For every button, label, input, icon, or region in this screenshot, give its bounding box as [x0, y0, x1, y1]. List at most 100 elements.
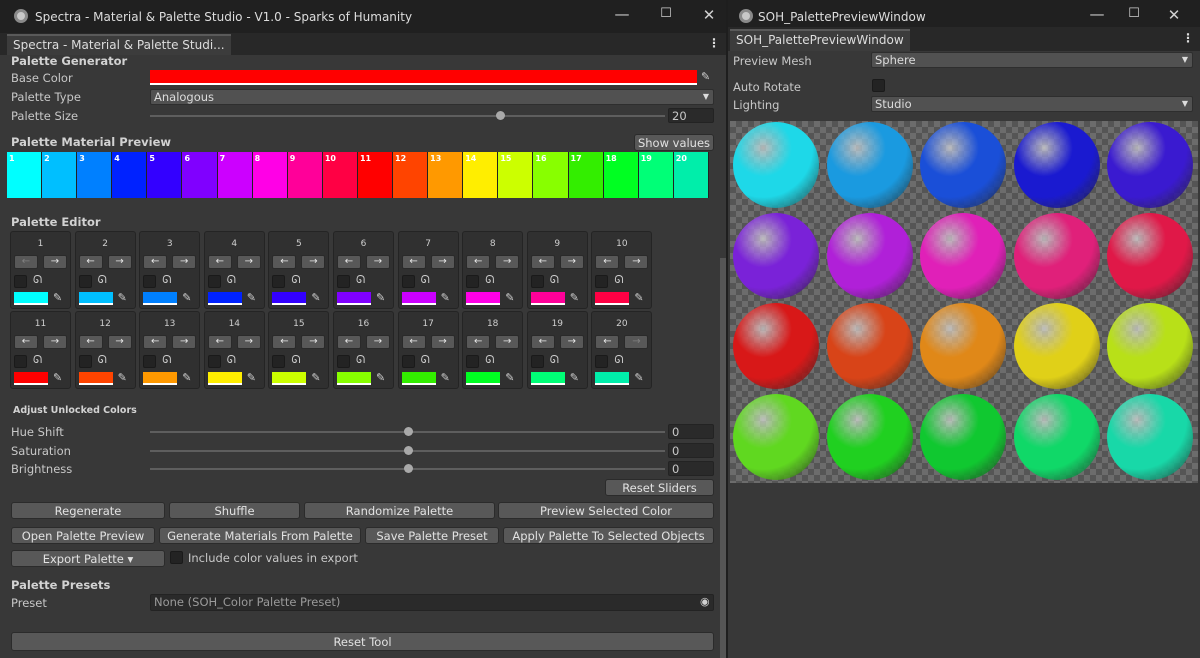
color-field[interactable]: [401, 372, 436, 385]
move-left-button[interactable]: ←: [401, 255, 426, 269]
lock-icon[interactable]: ᘏ: [33, 353, 42, 367]
color-field[interactable]: [14, 372, 48, 385]
move-left-button[interactable]: ←: [14, 335, 38, 349]
color-field[interactable]: [595, 372, 630, 385]
lock-icon[interactable]: ᘏ: [98, 353, 107, 367]
eyedropper-icon[interactable]: ✎: [311, 371, 320, 384]
eyedropper-icon[interactable]: ✎: [53, 291, 62, 304]
maximize-icon[interactable]: ☐: [656, 6, 676, 21]
shuffle-button[interactable]: Shuffle: [169, 502, 300, 519]
lock-icon[interactable]: ᘏ: [33, 273, 42, 287]
move-right-button[interactable]: →: [107, 255, 132, 269]
move-right-button[interactable]: →: [172, 255, 197, 269]
select-checkbox[interactable]: [272, 275, 286, 288]
hue-shift-input[interactable]: 0: [668, 424, 714, 439]
lock-icon[interactable]: ᘏ: [291, 353, 300, 367]
move-left-button[interactable]: ←: [595, 335, 620, 349]
include-values-checkbox[interactable]: [170, 551, 183, 564]
move-left-button[interactable]: ←: [530, 335, 555, 349]
lock-icon[interactable]: ᘏ: [162, 273, 171, 287]
eyedropper-icon[interactable]: ✎: [376, 371, 385, 384]
select-checkbox[interactable]: [143, 355, 157, 368]
eyedropper-icon[interactable]: ✎: [118, 371, 127, 384]
move-right-button[interactable]: →: [495, 335, 520, 349]
select-checkbox[interactable]: [466, 275, 480, 288]
lock-icon[interactable]: ᘏ: [614, 353, 623, 367]
move-left-button[interactable]: ←: [466, 335, 491, 349]
saturation-slider-handle[interactable]: [403, 446, 413, 455]
move-left-button[interactable]: ←: [207, 335, 232, 349]
palette-size-track[interactable]: [150, 115, 665, 117]
object-picker-icon[interactable]: ◉: [700, 595, 710, 608]
move-right-button[interactable]: →: [559, 255, 584, 269]
lock-icon[interactable]: ᘏ: [550, 353, 559, 367]
select-checkbox[interactable]: [78, 355, 92, 368]
move-left-button[interactable]: ←: [78, 255, 103, 269]
eyedropper-icon[interactable]: ✎: [118, 291, 127, 304]
move-right-button[interactable]: →: [430, 335, 455, 349]
move-right-button[interactable]: →: [236, 335, 261, 349]
color-field[interactable]: [78, 372, 113, 385]
reset-tool-button[interactable]: Reset Tool: [11, 632, 714, 651]
palette-size-slider-handle[interactable]: [496, 111, 506, 120]
eyedropper-icon[interactable]: ✎: [53, 371, 62, 384]
eyedropper-icon[interactable]: ✎: [182, 291, 191, 304]
select-checkbox[interactable]: [530, 355, 544, 368]
preview-selected-color-button[interactable]: Preview Selected Color: [498, 502, 714, 519]
eyedropper-icon[interactable]: ✎: [247, 371, 256, 384]
tab-preview[interactable]: SOH_PalettePreviewWindow: [730, 29, 910, 51]
select-checkbox[interactable]: [272, 355, 286, 368]
select-checkbox[interactable]: [595, 355, 609, 368]
select-checkbox[interactable]: [14, 355, 27, 368]
eyedropper-icon[interactable]: ✎: [570, 291, 579, 304]
move-left-button[interactable]: ←: [207, 255, 232, 269]
move-left-button[interactable]: ←: [14, 255, 38, 269]
color-field[interactable]: [530, 372, 565, 385]
move-right-button[interactable]: →: [559, 335, 584, 349]
move-left-button[interactable]: ←: [401, 335, 426, 349]
color-field[interactable]: [207, 372, 242, 385]
lock-icon[interactable]: ᘏ: [485, 273, 494, 287]
eyedropper-icon[interactable]: ✎: [376, 291, 385, 304]
lock-icon[interactable]: ᘏ: [356, 273, 365, 287]
minimize-icon[interactable]: —: [612, 5, 632, 23]
eyedropper-icon[interactable]: ✎: [247, 291, 256, 304]
select-checkbox[interactable]: [337, 355, 350, 368]
hue-shift-slider-handle[interactable]: [403, 427, 413, 436]
brightness-slider-handle[interactable]: [403, 464, 413, 473]
auto-rotate-checkbox[interactable]: [872, 79, 885, 92]
maximize-icon[interactable]: ☐: [1124, 6, 1144, 21]
move-left-button[interactable]: ←: [595, 255, 620, 269]
lock-icon[interactable]: ᘏ: [98, 273, 107, 287]
tab-spectra[interactable]: Spectra - Material & Palette Studi...: [7, 34, 231, 55]
open-palette-preview-button[interactable]: Open Palette Preview: [11, 527, 155, 544]
color-field[interactable]: [337, 372, 371, 385]
lock-icon[interactable]: ᘏ: [291, 273, 300, 287]
apply-palette-button[interactable]: Apply Palette To Selected Objects: [503, 527, 714, 544]
eyedropper-icon[interactable]: ✎: [570, 371, 579, 384]
color-field[interactable]: [272, 372, 307, 385]
regenerate-button[interactable]: Regenerate: [11, 502, 165, 519]
move-right-button[interactable]: →: [301, 335, 326, 349]
move-left-button[interactable]: ←: [466, 255, 491, 269]
saturation-input[interactable]: 0: [668, 443, 714, 458]
save-palette-preset-button[interactable]: Save Palette Preset: [365, 527, 499, 544]
move-left-button[interactable]: ←: [337, 335, 361, 349]
reset-sliders-button[interactable]: Reset Sliders: [605, 479, 714, 496]
move-left-button[interactable]: ←: [337, 255, 361, 269]
more-options-icon[interactable]: ⋮: [1182, 31, 1194, 45]
eyedropper-icon[interactable]: ✎: [311, 291, 320, 304]
scrollbar[interactable]: [720, 258, 726, 658]
eyedropper-icon[interactable]: ✎: [182, 371, 191, 384]
randomize-palette-button[interactable]: Randomize Palette: [304, 502, 495, 519]
select-checkbox[interactable]: [143, 275, 157, 288]
color-field[interactable]: [337, 292, 371, 305]
brightness-input[interactable]: 0: [668, 461, 714, 476]
select-checkbox[interactable]: [595, 275, 609, 288]
color-field[interactable]: [207, 292, 242, 305]
eyedropper-icon[interactable]: ✎: [701, 70, 710, 83]
move-right-button[interactable]: →: [107, 335, 132, 349]
move-right-button[interactable]: →: [43, 255, 67, 269]
show-values-button[interactable]: Show values: [634, 134, 714, 151]
color-field[interactable]: [143, 372, 178, 385]
